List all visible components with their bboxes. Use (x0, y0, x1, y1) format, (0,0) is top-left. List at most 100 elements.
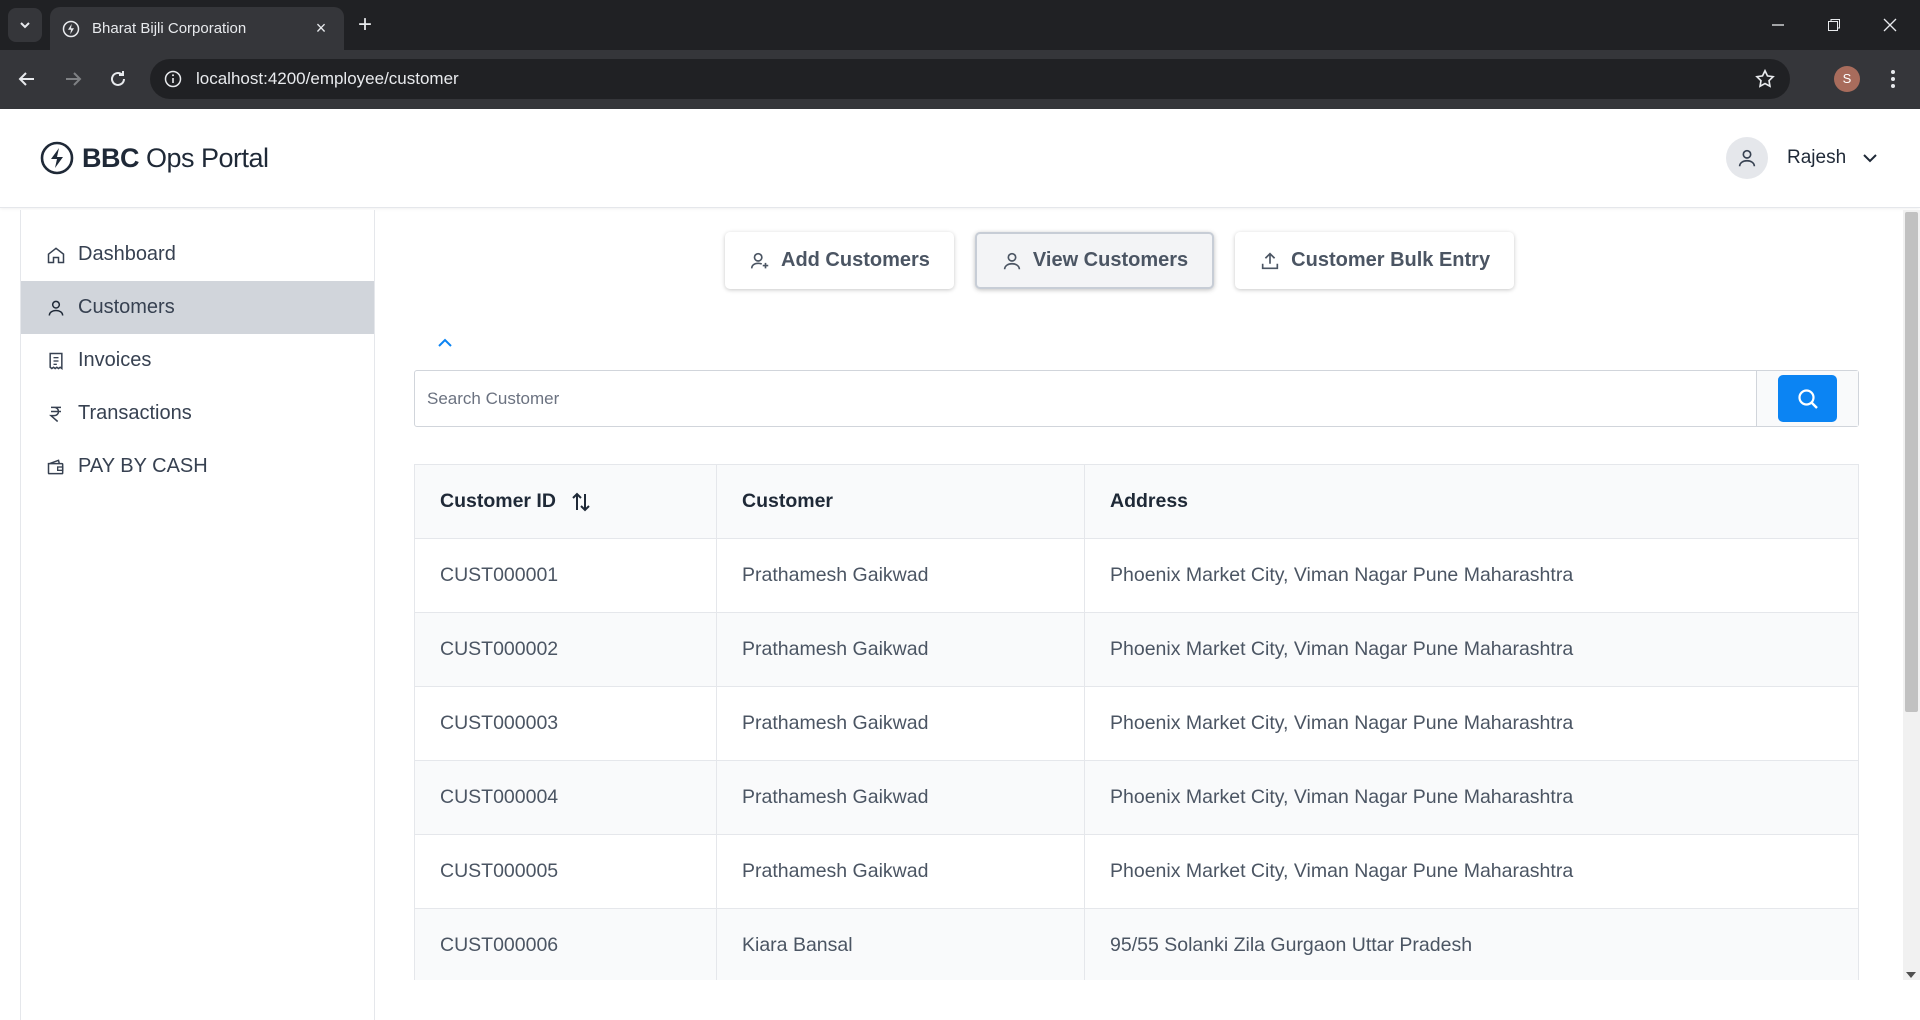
customer-id-cell: CUST000006 (414, 908, 717, 980)
sidebar: Dashboard Customers Invoices Transaction… (20, 210, 375, 1020)
customers-table: Customer ID Customer Address CUST000001 … (414, 464, 1859, 980)
logo-rest-text: Ops Portal (139, 142, 269, 173)
sidebar-item-transactions[interactable]: Transactions (21, 387, 374, 440)
customer-id-cell: CUST000003 (414, 686, 717, 761)
url-text: localhost:4200/employee/customer (196, 69, 459, 88)
browser-tab[interactable]: Bharat Bijli Corporation × (50, 7, 344, 50)
sort-icon[interactable] (570, 491, 592, 513)
browser-menu-button[interactable] (1880, 66, 1906, 92)
column-header-customer: Customer (716, 464, 1085, 539)
close-window-button[interactable] (1862, 0, 1918, 50)
minimize-button[interactable] (1750, 0, 1806, 50)
close-icon (1883, 18, 1897, 32)
search-input[interactable] (415, 371, 1756, 426)
rupee-icon (49, 406, 61, 422)
customer-address-cell: Phoenix Market City, Viman Nagar Pune Ma… (1084, 834, 1859, 909)
chevron-down-icon (1863, 154, 1877, 163)
back-button[interactable] (12, 64, 42, 94)
tab-search-button[interactable] (8, 8, 42, 42)
customer-name-cell: Prathamesh Gaikwad (716, 760, 1085, 835)
customer-name-cell: Kiara Bansal (716, 908, 1085, 980)
view-customers-label: View Customers (1032, 249, 1189, 271)
customer-address-cell: 95/55 Solanki Zila Gurgaon Uttar Pradesh (1084, 908, 1859, 980)
star-icon (1755, 68, 1775, 88)
user-icon (48, 300, 64, 316)
tab-title: Bharat Bijli Corporation (92, 20, 247, 37)
address-bar[interactable]: localhost:4200/employee/customer (150, 59, 1790, 99)
chevron-down-icon (20, 22, 30, 29)
sidebar-item-dashboard[interactable]: Dashboard (21, 228, 374, 281)
close-tab-icon[interactable]: × (310, 18, 332, 39)
arrow-right-icon (66, 72, 82, 86)
new-tab-button[interactable]: + (352, 12, 378, 38)
user-icon (1738, 149, 1756, 167)
scrollbar-thumb[interactable] (1905, 212, 1918, 712)
forward-button[interactable] (58, 64, 88, 94)
sidebar-item-customers[interactable]: Customers (21, 281, 374, 334)
sidebar-item-label: Transactions (78, 402, 192, 424)
restore-button[interactable] (1806, 0, 1862, 50)
table-row[interactable]: CUST000006 Kiara Bansal 95/55 Solanki Zi… (414, 908, 1859, 980)
customer-id-cell: CUST000005 (414, 834, 717, 909)
info-icon[interactable] (164, 70, 182, 88)
table-row[interactable]: CUST000003 Prathamesh Gaikwad Phoenix Ma… (414, 686, 1859, 761)
user-menu[interactable]: Rajesh (1726, 137, 1880, 179)
customer-address-cell: Phoenix Market City, Viman Nagar Pune Ma… (1084, 538, 1859, 613)
user-name: Rajesh (1787, 147, 1847, 168)
browser-toolbar: localhost:4200/employee/customer S (0, 50, 1920, 109)
arrow-left-icon (18, 72, 34, 86)
customer-name-cell: Prathamesh Gaikwad (716, 612, 1085, 687)
app-logo[interactable]: BBC Ops Portal (40, 141, 269, 175)
customer-address-cell: Phoenix Market City, Viman Nagar Pune Ma… (1084, 760, 1859, 835)
wallet-icon (47, 458, 64, 474)
column-header-address: Address (1084, 464, 1859, 539)
sidebar-item-label: Dashboard (78, 243, 176, 265)
search-button[interactable] (1778, 375, 1837, 422)
chevron-up-icon (438, 338, 452, 347)
customer-name-cell: Prathamesh Gaikwad (716, 538, 1085, 613)
bolt-icon (62, 20, 80, 37)
scroll-down-arrow-icon[interactable] (1906, 972, 1916, 978)
more-vertical-icon (1891, 70, 1895, 88)
logo-bold-text: BBC (82, 142, 140, 173)
customer-address-cell: Phoenix Market City, Viman Nagar Pune Ma… (1084, 686, 1859, 761)
sidebar-item-invoices[interactable]: Invoices (21, 334, 374, 387)
restore-icon (1828, 19, 1840, 31)
column-header-label: Customer ID (440, 490, 556, 512)
search-bar (414, 370, 1859, 427)
user-plus-icon (750, 252, 769, 268)
customer-id-cell: CUST000004 (414, 760, 717, 835)
sidebar-item-pay-by-cash[interactable]: PAY BY CASH (21, 440, 374, 493)
table-row[interactable]: CUST000004 Prathamesh Gaikwad Phoenix Ma… (414, 760, 1859, 835)
browser-profile-avatar[interactable]: S (1834, 66, 1860, 92)
search-icon (1797, 388, 1818, 409)
page-scrollbar[interactable] (1903, 210, 1920, 980)
customer-address-cell: Phoenix Market City, Viman Nagar Pune Ma… (1084, 612, 1859, 687)
reload-button[interactable] (103, 64, 133, 94)
customer-id-cell: CUST000001 (414, 538, 717, 613)
column-header-customer-id[interactable]: Customer ID (414, 464, 717, 539)
reload-icon (111, 71, 125, 86)
view-customers-button[interactable]: View Customers (974, 232, 1215, 289)
table-row[interactable]: CUST000005 Prathamesh Gaikwad Phoenix Ma… (414, 834, 1859, 909)
user-icon (1003, 252, 1021, 269)
avatar (1726, 137, 1768, 179)
add-customers-label: Add Customers (781, 249, 930, 271)
collapse-toggle[interactable] (436, 334, 454, 357)
minimize-icon (1772, 24, 1784, 26)
table-header-row: Customer ID Customer Address (414, 464, 1859, 539)
customer-bulk-entry-button[interactable]: Customer Bulk Entry (1235, 232, 1515, 289)
bolt-logo-icon (40, 141, 74, 175)
customer-name-cell: Prathamesh Gaikwad (716, 834, 1085, 909)
sidebar-item-label: PAY BY CASH (78, 455, 208, 477)
browser-tab-bar: Bharat Bijli Corporation × + (0, 0, 1920, 50)
add-customers-button[interactable]: Add Customers (725, 232, 954, 289)
upload-icon (1261, 251, 1279, 269)
customer-bulk-entry-label: Customer Bulk Entry (1291, 249, 1491, 271)
table-row[interactable]: CUST000002 Prathamesh Gaikwad Phoenix Ma… (414, 612, 1859, 687)
table-row[interactable]: CUST000001 Prathamesh Gaikwad Phoenix Ma… (414, 538, 1859, 613)
main-content: Add Customers View Customers Customer Bu… (376, 210, 1896, 980)
bookmark-button[interactable] (1754, 68, 1776, 95)
search-button-container (1756, 371, 1858, 426)
sidebar-item-label: Customers (78, 296, 175, 318)
